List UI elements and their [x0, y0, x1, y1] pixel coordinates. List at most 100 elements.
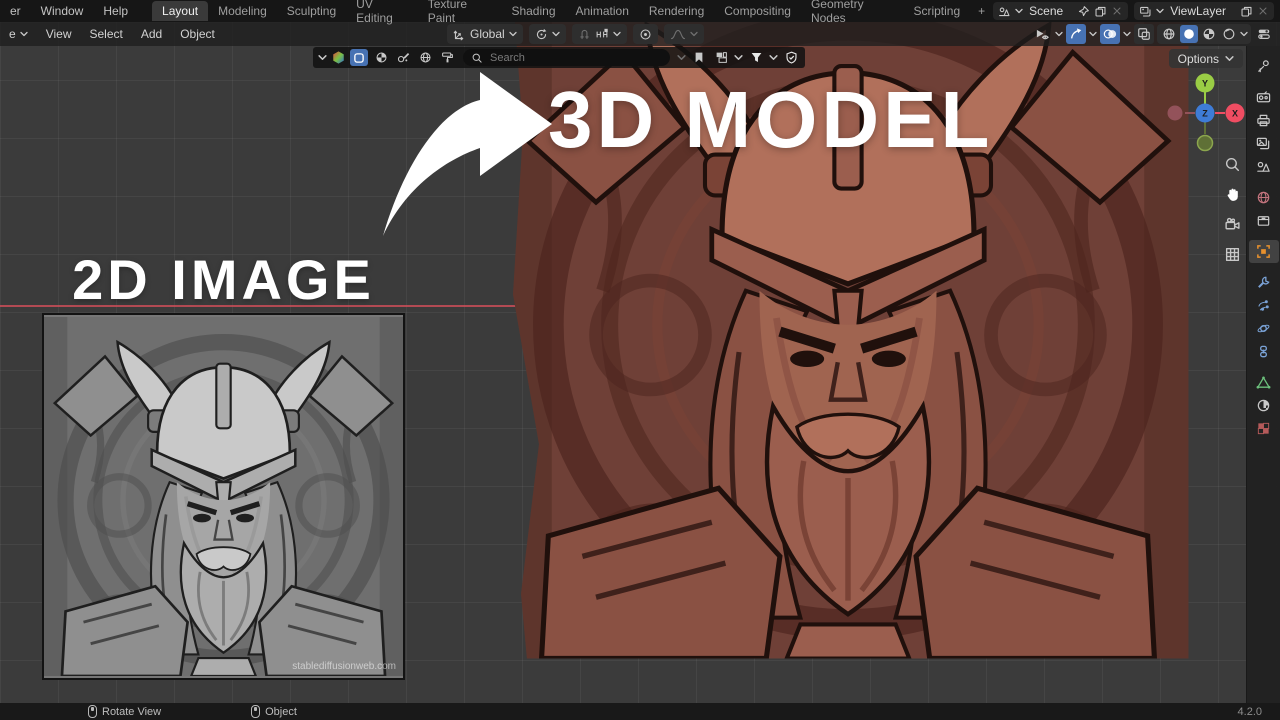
workspace-tab-shading[interactable]: Shading — [501, 1, 565, 21]
filter-funnel-icon[interactable] — [747, 49, 765, 66]
shading-rendered-button[interactable] — [1220, 25, 1238, 43]
3d-viewport[interactable]: stablediffusionweb.com 2D IMAGE 3D MODEL… — [0, 22, 1280, 703]
toggle-ortho-grid-icon[interactable] — [1221, 243, 1243, 265]
duplicate-icon[interactable] — [1240, 5, 1253, 18]
menu-render-partial[interactable]: er — [0, 2, 31, 20]
display-pen-button[interactable] — [394, 49, 412, 66]
chevron-down-icon[interactable] — [318, 53, 327, 62]
show-gizmos-toggle[interactable] — [1066, 24, 1086, 44]
display-pie-sphere-button[interactable] — [372, 49, 390, 66]
duplicate-icon[interactable] — [1094, 5, 1107, 18]
menu-window[interactable]: Window — [31, 2, 94, 20]
menu-view[interactable]: View — [37, 24, 81, 44]
search-icon — [472, 53, 482, 63]
chevron-down-icon[interactable] — [769, 53, 778, 62]
show-overlays-toggle[interactable] — [1100, 24, 1120, 44]
chevron-down-icon — [20, 31, 28, 37]
chevron-down-icon[interactable] — [677, 53, 686, 62]
properties-tab-collection[interactable] — [1249, 209, 1279, 232]
pan-hand-icon[interactable] — [1221, 183, 1243, 205]
proportional-editing-icon — [640, 29, 651, 39]
close-icon[interactable] — [1111, 5, 1123, 17]
shading-wireframe-button[interactable] — [1160, 25, 1178, 43]
chevron-down-icon[interactable] — [1055, 24, 1063, 44]
watermark: stablediffusionweb.com — [292, 661, 396, 672]
properties-tab-particles[interactable] — [1249, 294, 1279, 317]
properties-tab-render[interactable] — [1249, 86, 1279, 109]
workspace-tab-compositing[interactable]: Compositing — [714, 1, 801, 21]
properties-tab-constraints[interactable] — [1249, 340, 1279, 363]
topbar: er Window Help Layout Modeling Sculpting… — [0, 0, 1280, 25]
snap-target-icon[interactable] — [595, 28, 609, 41]
xray-icon — [1138, 28, 1150, 40]
workspace-tab-texture-paint[interactable]: Texture Paint — [418, 0, 502, 28]
viewlayer-selector[interactable]: ViewLayer — [1134, 2, 1274, 20]
snap-magnet-icon[interactable] — [578, 28, 591, 41]
viewlayer-icon — [1140, 6, 1151, 16]
bookmark-icon[interactable] — [690, 49, 708, 66]
workspace-tab-rendering[interactable]: Rendering — [639, 1, 714, 21]
shading-solid-button[interactable] — [1180, 25, 1198, 43]
transform-orientation-icon — [453, 30, 464, 40]
window-stack-icon[interactable] — [712, 49, 730, 66]
camera-view-icon[interactable] — [1221, 213, 1243, 235]
properties-tab-object-data[interactable] — [1249, 371, 1279, 394]
properties-tab-view-layer[interactable] — [1249, 132, 1279, 155]
mode-dropdown[interactable]: e — [0, 24, 37, 44]
pin-icon[interactable] — [1077, 5, 1090, 18]
color-hexagon-icon[interactable] — [331, 50, 346, 65]
object-type-visibility-dropdown[interactable] — [1032, 24, 1052, 44]
menu-help[interactable]: Help — [93, 2, 138, 20]
properties-tab-output[interactable] — [1249, 109, 1279, 132]
scene-selector[interactable]: Scene — [993, 2, 1129, 20]
toggle-xray-button[interactable] — [1134, 24, 1154, 44]
rendered-sphere-icon — [1223, 28, 1235, 40]
status-hint-rotate: Rotate View — [88, 705, 161, 718]
menu-select[interactable]: Select — [80, 24, 131, 44]
svg-text:Z: Z — [1202, 109, 1208, 119]
properties-tab-scene[interactable] — [1249, 155, 1279, 178]
caption-2d-image: 2D IMAGE — [72, 248, 375, 311]
gizmo-icon — [1070, 28, 1082, 39]
chevron-down-icon[interactable] — [1240, 25, 1248, 43]
shading-material-preview-button[interactable] — [1200, 25, 1218, 43]
blender-window: stablediffusionweb.com 2D IMAGE 3D MODEL… — [0, 0, 1280, 720]
properties-tab-modifiers[interactable] — [1249, 271, 1279, 294]
properties-tab-texture[interactable] — [1249, 417, 1279, 440]
properties-tab-world[interactable] — [1249, 186, 1279, 209]
search-field[interactable] — [463, 49, 670, 66]
workspace-tab-layout[interactable]: Layout — [152, 1, 209, 21]
display-square-button[interactable] — [350, 49, 368, 66]
solid-sphere-icon — [1184, 29, 1194, 39]
display-paint-button[interactable] — [438, 49, 456, 66]
material-sphere-icon — [1203, 28, 1215, 40]
status-hint-object: Object — [251, 705, 297, 718]
mouse-button-icon — [88, 705, 97, 718]
chevron-down-icon — [690, 31, 698, 37]
zoom-icon[interactable] — [1221, 153, 1243, 175]
workspace-tab-geometry-nodes[interactable]: Geometry Nodes — [801, 0, 904, 28]
workspace-tab-scripting[interactable]: Scripting — [903, 1, 970, 21]
chevron-down-icon[interactable] — [1089, 24, 1097, 44]
properties-tab-tool[interactable] — [1249, 55, 1279, 78]
workspace-tab-animation[interactable]: Animation — [566, 1, 639, 21]
properties-tab-material[interactable] — [1249, 394, 1279, 417]
add-workspace-button[interactable]: + — [970, 2, 993, 20]
workspace-tab-modeling[interactable]: Modeling — [208, 1, 277, 21]
viewlayer-name: ViewLayer — [1170, 4, 1226, 18]
display-globe-button[interactable] — [416, 49, 434, 66]
options-button[interactable]: Options — [1168, 49, 1243, 68]
chevron-down-icon[interactable] — [1123, 24, 1131, 44]
chevron-down-icon[interactable] — [734, 53, 743, 62]
chevron-down-icon — [509, 31, 517, 37]
properties-tab-physics[interactable] — [1249, 317, 1279, 340]
editor-options-icon[interactable] — [1254, 24, 1274, 44]
workspace-tab-uv-editing[interactable]: UV Editing — [346, 0, 418, 28]
shading-mode-group — [1157, 24, 1251, 44]
search-input[interactable] — [488, 50, 662, 65]
floating-toolbar — [313, 47, 805, 68]
properties-tab-object[interactable] — [1248, 240, 1279, 263]
close-icon[interactable] — [1257, 5, 1269, 17]
shield-check-icon[interactable] — [782, 49, 800, 66]
workspace-tab-sculpting[interactable]: Sculpting — [277, 1, 346, 21]
